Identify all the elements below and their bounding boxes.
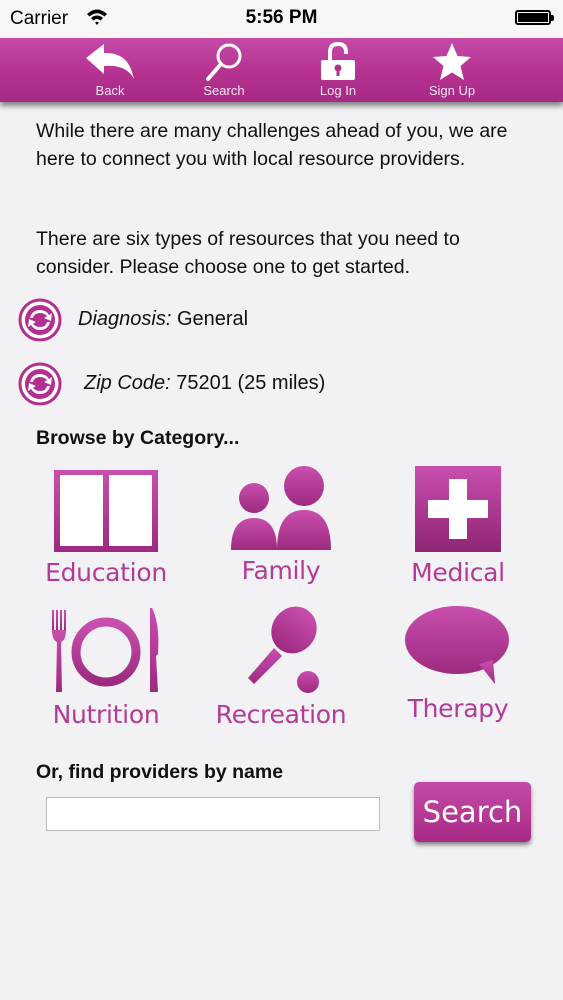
speech-bubble-icon bbox=[405, 606, 509, 684]
browse-title: Browse by Category... bbox=[36, 427, 240, 449]
category-education[interactable]: Education bbox=[18, 462, 194, 592]
clock: 5:56 PM bbox=[245, 7, 318, 28]
back-button[interactable]: Back bbox=[70, 38, 150, 102]
refresh-zip-icon[interactable] bbox=[18, 362, 62, 412]
category-label: Medical bbox=[411, 558, 505, 587]
back-arrow-icon bbox=[86, 44, 134, 79]
category-label: Nutrition bbox=[52, 700, 160, 729]
book-icon bbox=[54, 470, 158, 552]
sign-up-button[interactable]: Sign Up bbox=[412, 38, 492, 102]
category-label: Recreation bbox=[215, 700, 347, 729]
category-medical[interactable]: Medical bbox=[370, 462, 546, 592]
provider-name-input[interactable] bbox=[46, 797, 380, 831]
status-bar: Carrier 5:56 PM bbox=[0, 0, 563, 38]
refresh-diagnosis-icon[interactable] bbox=[18, 298, 62, 348]
sign-up-label: Sign Up bbox=[428, 83, 476, 98]
category-label: Family bbox=[241, 556, 321, 585]
family-icon bbox=[231, 466, 331, 550]
paddle-ball-icon bbox=[248, 606, 319, 693]
category-nutrition[interactable]: Nutrition bbox=[18, 602, 194, 732]
diagnosis-label: Diagnosis: bbox=[78, 308, 172, 330]
log-in-button[interactable]: Log In bbox=[298, 38, 378, 102]
intro-paragraph-1: While there are many challenges ahead of… bbox=[36, 120, 508, 170]
zip-code-label: Zip Code: bbox=[84, 372, 171, 394]
search-nav-label: Search bbox=[203, 83, 245, 98]
medical-cross-icon bbox=[415, 466, 501, 552]
search-button[interactable]: Search bbox=[414, 782, 531, 842]
find-providers-title: Or, find providers by name bbox=[36, 761, 284, 783]
search-nav-button[interactable]: Search bbox=[184, 38, 264, 102]
unlock-icon bbox=[321, 42, 355, 80]
category-label: Therapy bbox=[407, 694, 509, 723]
diagnosis-value: General bbox=[176, 308, 249, 330]
category-label: Education bbox=[45, 558, 167, 587]
toolbar: Back Search Log In Sign Up bbox=[0, 38, 563, 102]
zip-code-filter: Zip Code: 75201 (25 miles) bbox=[18, 362, 518, 406]
zip-code-value: 75201 (25 miles) bbox=[176, 372, 326, 394]
battery-icon bbox=[515, 10, 554, 25]
category-therapy[interactable]: Therapy bbox=[370, 602, 546, 732]
intro-paragraph-2: There are six types of resources that yo… bbox=[36, 228, 460, 278]
back-label: Back bbox=[95, 83, 125, 98]
log-in-label: Log In bbox=[319, 83, 357, 98]
star-icon bbox=[433, 43, 471, 80]
diagnosis-filter: Diagnosis: General bbox=[18, 298, 518, 342]
magnifier-icon bbox=[206, 43, 242, 81]
category-family[interactable]: Family bbox=[193, 462, 369, 592]
category-recreation[interactable]: Recreation bbox=[193, 602, 369, 732]
plate-fork-knife-icon bbox=[52, 608, 159, 692]
